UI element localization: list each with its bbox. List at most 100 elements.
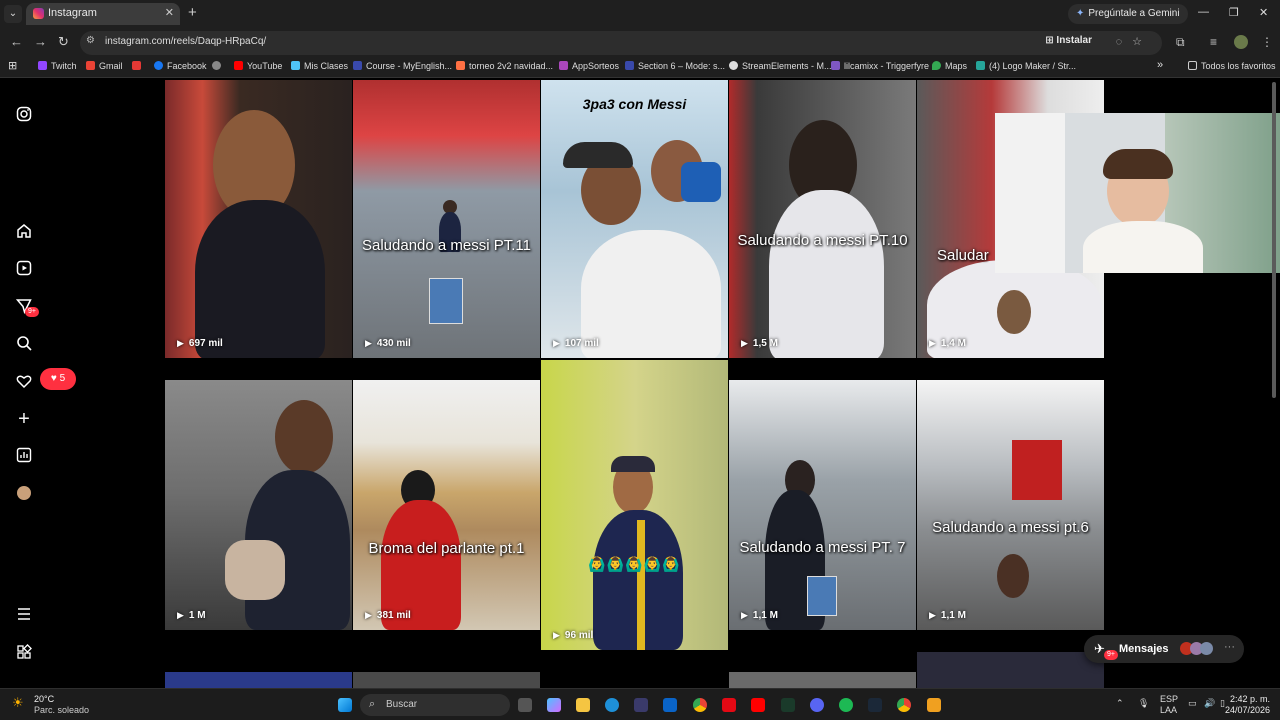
reel-thumbnail[interactable] xyxy=(165,672,352,688)
red-site-icon xyxy=(132,61,141,70)
bookmark-streamelements[interactable]: StreamElements - M... xyxy=(729,61,832,71)
also-from-meta-icon[interactable] xyxy=(15,644,33,662)
bookmark-section6[interactable]: Section 6 – Mode: s... xyxy=(625,61,725,71)
chrome-profile-icon[interactable] xyxy=(897,698,911,712)
reel-thumbnail[interactable]: 3pa3 con Messi ▶ 107 mil xyxy=(541,80,728,358)
bookmark-gmail[interactable]: Gmail xyxy=(86,61,123,71)
volume-icon[interactable]: 🔊 xyxy=(1204,698,1215,709)
profile-avatar[interactable] xyxy=(1234,35,1248,49)
p-icon xyxy=(353,61,362,70)
bookmark-maps[interactable]: Maps xyxy=(932,61,967,71)
tab-close-icon[interactable]: ✕ xyxy=(165,6,174,19)
play-icon: ▶ xyxy=(929,338,936,348)
bookmark-triggerfyre[interactable]: lilcamixx - Triggerfyre xyxy=(831,61,929,71)
more-menu-icon[interactable] xyxy=(15,606,33,624)
store-icon[interactable] xyxy=(634,698,648,712)
youtube-icon[interactable] xyxy=(751,698,765,712)
maximize-icon[interactable]: ❐ xyxy=(1229,6,1239,19)
extensions-icon[interactable]: ⧉ xyxy=(1176,35,1185,50)
terminal-icon[interactable] xyxy=(781,698,795,712)
reel-thumbnail[interactable]: ▶ 697 mil xyxy=(165,80,352,358)
reel-thumbnail[interactable] xyxy=(729,672,916,688)
more-dots-icon: ··· xyxy=(1224,641,1235,653)
reel-thumbnail[interactable]: 🙆‍♂️🙆‍♂️🙆‍♂️🙆‍♂️🙆‍♂️ ▶ 96 mil xyxy=(541,360,728,650)
bookmark-globe[interactable] xyxy=(212,61,225,71)
tracking-protection-icon[interactable]: ◌ xyxy=(1116,36,1133,48)
forward-icon[interactable]: → xyxy=(34,34,47,49)
back-icon[interactable]: ← xyxy=(10,34,23,49)
notifications-heart-icon[interactable] xyxy=(15,373,33,391)
app-icon[interactable] xyxy=(927,698,941,712)
new-tab-icon[interactable]: + xyxy=(188,4,197,21)
reel-thumbnail[interactable] xyxy=(917,652,1104,688)
search-icon[interactable] xyxy=(15,335,33,353)
dashboard-icon[interactable] xyxy=(15,447,33,465)
tab-instagram[interactable]: Instagram ✕ xyxy=(26,3,180,25)
reel-thumbnail[interactable]: Saludando a messi pt.6 ▶ 1,1 M xyxy=(917,380,1104,630)
address-bar-actions[interactable]: ◌☆ xyxy=(1116,35,1152,48)
reel-thumbnail[interactable]: Saludando a messi PT.11 ▶ 430 mil xyxy=(353,80,540,358)
bookmark-facebook[interactable]: Facebook xyxy=(154,61,207,71)
windows-start-icon[interactable] xyxy=(338,698,352,712)
outlook-icon[interactable] xyxy=(663,698,677,712)
windows-taskbar: ☀ 20°C Parc. soleado ⌕ Buscar ⌃ 🎙 ESP LAA… xyxy=(0,688,1280,720)
profile-avatar-icon[interactable] xyxy=(15,484,33,502)
bookmark-torneo[interactable]: torneo 2v2 navidad... xyxy=(456,61,553,71)
site-info-icon[interactable]: ⚙ xyxy=(86,35,95,46)
edge-icon[interactable] xyxy=(605,698,619,712)
more-bookmarks-icon[interactable]: » xyxy=(1157,59,1163,71)
bookmark-red[interactable] xyxy=(132,61,145,71)
play-icon: ▶ xyxy=(177,610,184,620)
url-text[interactable]: instagram.com/reels/Daqp-HRpaCq/ xyxy=(105,36,266,47)
browser-menu-icon[interactable]: ⋮ xyxy=(1261,35,1273,49)
messages-button[interactable]: ✈ 9+ Mensajes ··· xyxy=(1084,635,1244,663)
chrome-icon[interactable] xyxy=(693,698,707,712)
task-view-icon[interactable] xyxy=(518,698,532,712)
close-window-icon[interactable]: ✕ xyxy=(1259,6,1268,19)
system-clock[interactable]: 2:42 p. m. 24/07/2026 xyxy=(1225,694,1270,716)
page-scrollbar[interactable] xyxy=(1272,82,1276,398)
reel-thumbnail[interactable]: Broma del parlante pt.1 ▶ 381 mil xyxy=(353,380,540,630)
microphone-icon[interactable]: 🎙 xyxy=(1138,698,1149,709)
messages-label: Mensajes xyxy=(1119,643,1169,655)
file-explorer-icon[interactable] xyxy=(576,698,590,712)
install-app-button[interactable]: ⊞ Instalar xyxy=(1045,35,1092,46)
bookmark-appsorteos[interactable]: AppSorteos xyxy=(559,61,619,71)
copilot-icon[interactable] xyxy=(547,698,561,712)
minimize-icon[interactable]: — xyxy=(1198,6,1209,18)
netflix-icon[interactable] xyxy=(722,698,736,712)
play-icon: ▶ xyxy=(741,610,748,620)
spotify-icon[interactable] xyxy=(839,698,853,712)
address-bar[interactable]: ⚙ instagram.com/reels/Daqp-HRpaCq/ ⊞ Ins… xyxy=(80,31,1162,55)
taskbar-search[interactable]: ⌕ Buscar xyxy=(360,694,510,716)
notifications-count-bubble[interactable]: ♥ 5 xyxy=(40,368,76,390)
bookmark-mis-clases[interactable]: Mis Clases xyxy=(291,61,348,71)
bookmark-course[interactable]: Course - MyEnglish... xyxy=(353,61,452,71)
network-icon[interactable]: ▭ xyxy=(1188,698,1197,709)
reload-icon[interactable]: ↻ xyxy=(58,34,69,50)
language-indicator[interactable]: ESP LAA xyxy=(1160,694,1178,716)
tab-search-icon[interactable]: ⌄ xyxy=(4,5,22,23)
view-count: ▶ 107 mil xyxy=(553,338,599,349)
reel-thumbnail[interactable]: Saludando a messi PT.10 ▶ 1,5 M xyxy=(729,80,916,358)
instagram-logo-icon[interactable] xyxy=(15,106,33,124)
apps-grid-icon[interactable]: ⊞ xyxy=(8,59,17,72)
create-plus-icon[interactable]: + xyxy=(15,409,33,429)
discord-icon[interactable] xyxy=(810,698,824,712)
reading-list-icon[interactable]: ≡ xyxy=(1210,35,1217,49)
home-icon[interactable] xyxy=(15,223,33,241)
bookmark-twitch[interactable]: Twitch xyxy=(38,61,77,71)
bookmark-star-icon[interactable]: ☆ xyxy=(1132,36,1152,48)
bookmark-youtube[interactable]: YouTube xyxy=(234,61,282,71)
reel-thumbnail[interactable]: ▶ 1 M xyxy=(165,380,352,630)
reel-thumbnail[interactable]: Saludando a messi PT. 7 ▶ 1,1 M xyxy=(729,380,916,630)
reel-thumbnail[interactable] xyxy=(353,672,540,688)
tray-chevron-icon[interactable]: ⌃ xyxy=(1116,698,1124,709)
play-icon: ▶ xyxy=(929,610,936,620)
bookmark-logo-maker[interactable]: (4) Logo Maker / Str... xyxy=(976,61,1076,71)
steam-icon[interactable] xyxy=(868,698,882,712)
reels-icon[interactable] xyxy=(15,260,33,278)
instagram-favicon-icon xyxy=(33,8,44,19)
all-bookmarks[interactable]: Todos los favoritos xyxy=(1188,61,1276,71)
gemini-button[interactable]: ✦ Pregúntale a Gemini xyxy=(1068,4,1188,24)
